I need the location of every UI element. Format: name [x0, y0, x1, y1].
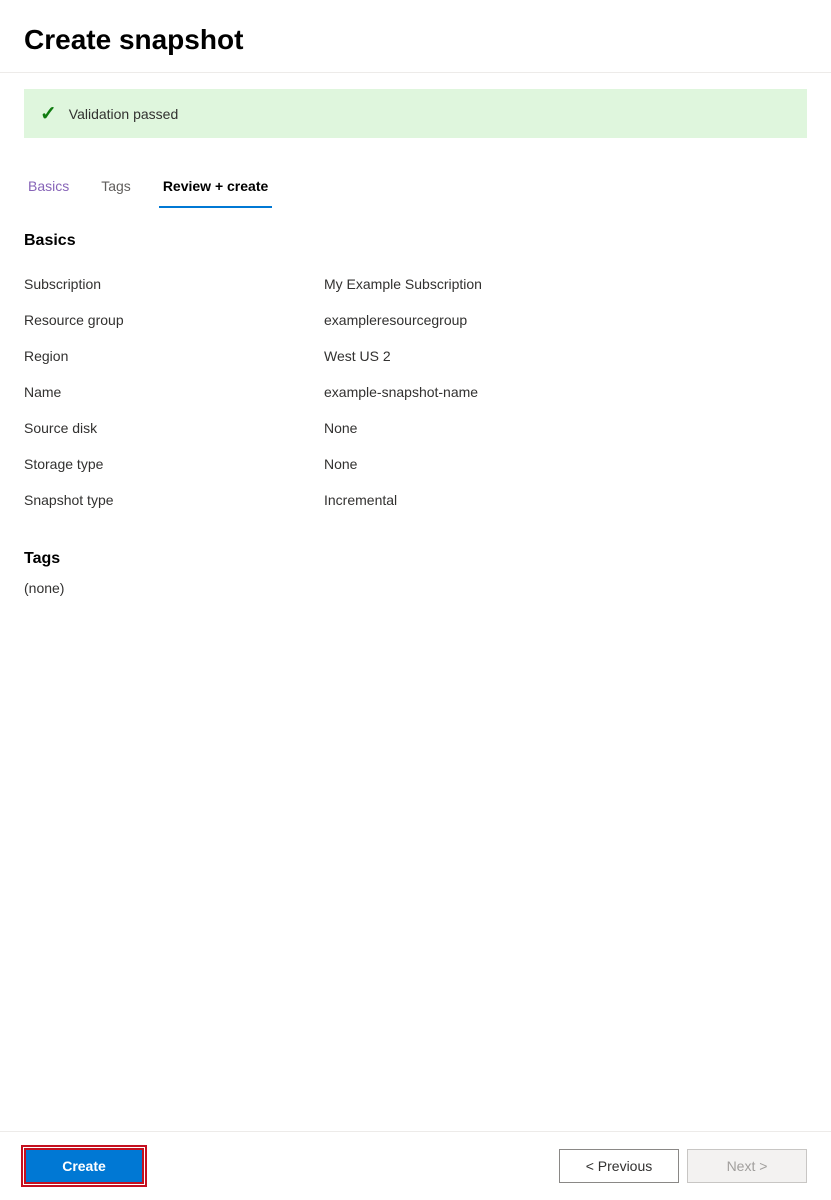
content-area: Basics Subscription My Example Subscript…: [0, 208, 831, 1131]
table-row: Resource group exampleresourcegroup: [24, 302, 807, 338]
resource-group-label: Resource group: [24, 312, 324, 328]
page-title: Create snapshot: [24, 24, 807, 56]
source-disk-value: None: [324, 420, 357, 436]
tags-value: (none): [24, 580, 807, 596]
previous-button[interactable]: < Previous: [559, 1149, 679, 1183]
page-container: Create snapshot ✓ Validation passed Basi…: [0, 0, 831, 1200]
table-row: Name example-snapshot-name: [24, 374, 807, 410]
tab-review-create[interactable]: Review + create: [159, 170, 272, 208]
tabs-container: Basics Tags Review + create: [0, 154, 831, 208]
table-row: Snapshot type Incremental: [24, 482, 807, 518]
storage-type-value: None: [324, 456, 357, 472]
tab-tags[interactable]: Tags: [97, 170, 135, 208]
table-row: Source disk None: [24, 410, 807, 446]
tags-section-title: Tags: [24, 550, 807, 568]
snapshot-type-value: Incremental: [324, 492, 397, 508]
subscription-label: Subscription: [24, 276, 324, 292]
footer: Create < Previous Next >: [0, 1131, 831, 1200]
snapshot-type-label: Snapshot type: [24, 492, 324, 508]
tags-section: Tags (none): [24, 550, 807, 596]
table-row: Subscription My Example Subscription: [24, 266, 807, 302]
check-icon: ✓: [40, 101, 57, 126]
table-row: Region West US 2: [24, 338, 807, 374]
name-value: example-snapshot-name: [324, 384, 478, 400]
name-label: Name: [24, 384, 324, 400]
table-row: Storage type None: [24, 446, 807, 482]
resource-group-value: exampleresourcegroup: [324, 312, 467, 328]
validation-text: Validation passed: [69, 106, 178, 122]
subscription-value: My Example Subscription: [324, 276, 482, 292]
basics-section: Basics Subscription My Example Subscript…: [24, 232, 807, 518]
basics-section-title: Basics: [24, 232, 807, 250]
tab-basics[interactable]: Basics: [24, 170, 73, 208]
region-label: Region: [24, 348, 324, 364]
source-disk-label: Source disk: [24, 420, 324, 436]
header: Create snapshot: [0, 0, 831, 73]
storage-type-label: Storage type: [24, 456, 324, 472]
next-button: Next >: [687, 1149, 807, 1183]
region-value: West US 2: [324, 348, 391, 364]
validation-banner: ✓ Validation passed: [24, 89, 807, 138]
create-button[interactable]: Create: [24, 1148, 144, 1184]
details-table: Subscription My Example Subscription Res…: [24, 266, 807, 518]
